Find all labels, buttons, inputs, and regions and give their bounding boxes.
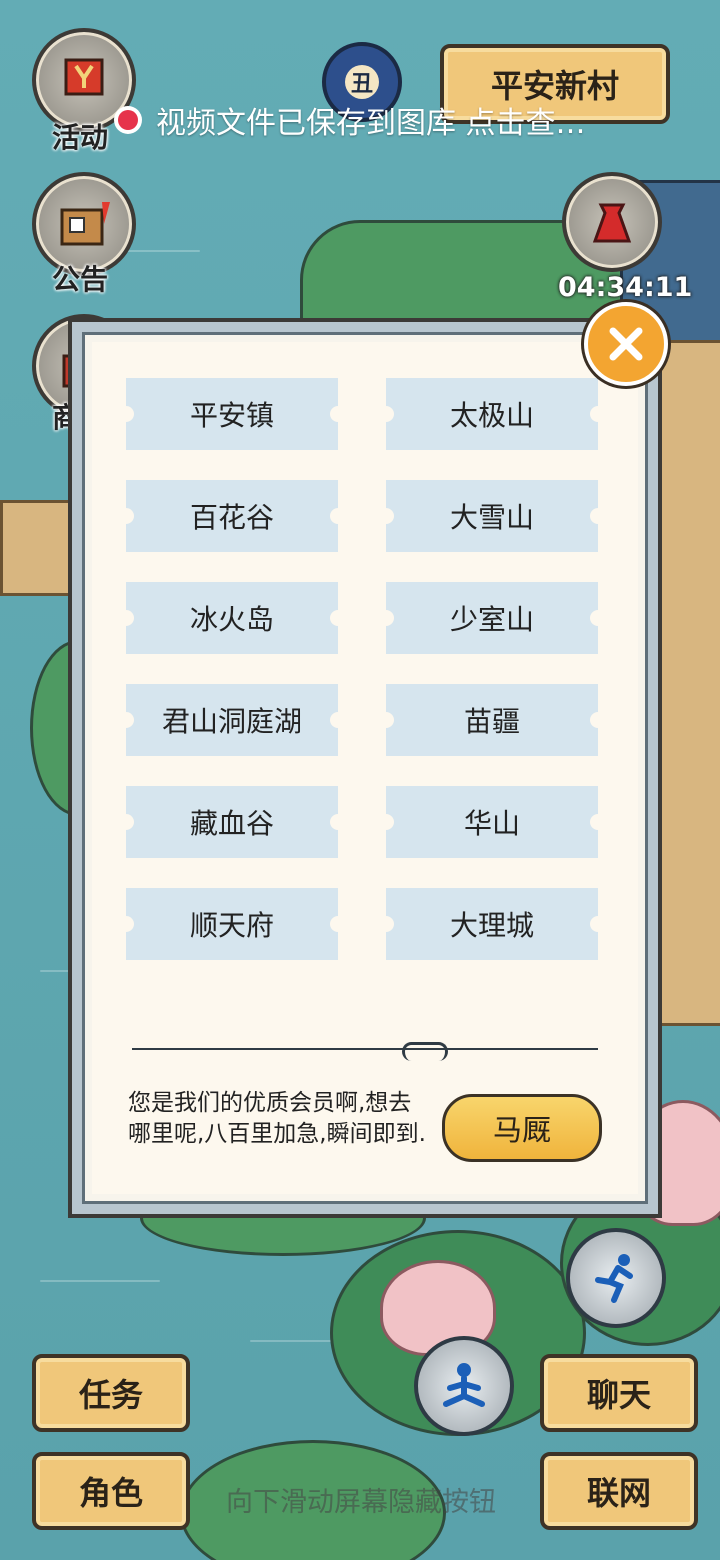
notice-board-icon xyxy=(60,202,110,246)
destination-button[interactable]: 平安镇 xyxy=(118,378,346,450)
teleport-dialog: 平安镇 太极山 百花谷 大雪山 冰火岛 少室山 君山洞庭湖 苗疆 藏血谷 华山 … xyxy=(68,318,662,1218)
close-button[interactable] xyxy=(584,302,668,386)
stable-button[interactable]: 马厩 xyxy=(442,1094,602,1162)
cloud-swirl xyxy=(402,1042,448,1061)
meditation-icon xyxy=(443,1363,485,1407)
flag-icon xyxy=(64,58,104,96)
destination-button[interactable]: 大雪山 xyxy=(378,480,606,552)
chat-button[interactable]: 聊天 xyxy=(540,1354,698,1432)
screen-recording-notice[interactable]: 视频文件已保存到图库 点击查… xyxy=(114,98,586,142)
hide-buttons-hint: 向下滑动屏幕隐藏按钮 xyxy=(226,1487,496,1518)
destination-button[interactable]: 太极山 xyxy=(378,378,606,450)
meditate-button[interactable] xyxy=(414,1336,514,1436)
destination-button[interactable]: 顺天府 xyxy=(118,888,346,960)
running-man-icon xyxy=(595,1254,633,1303)
notice-text: 视频文件已保存到图库 点击查… xyxy=(156,106,586,141)
destination-button[interactable]: 藏血谷 xyxy=(118,786,346,858)
chat-label: 聊天 xyxy=(586,1376,651,1414)
wooden-dock xyxy=(0,500,76,596)
time-of-day-icon: 丑 xyxy=(345,65,379,99)
destination-button[interactable]: 冰火岛 xyxy=(118,582,346,654)
destination-button[interactable]: 华山 xyxy=(378,786,606,858)
close-icon xyxy=(609,327,643,361)
announcement-label: 公告 xyxy=(52,263,109,296)
task-button[interactable]: 任务 xyxy=(32,1354,190,1432)
destination-button[interactable]: 君山洞庭湖 xyxy=(118,684,346,756)
destination-button[interactable]: 百花谷 xyxy=(118,480,346,552)
role-button[interactable]: 角色 xyxy=(32,1452,190,1530)
cloud-divider xyxy=(132,1048,598,1050)
network-button[interactable]: 联网 xyxy=(540,1452,698,1530)
water-ripple xyxy=(40,1280,160,1282)
destination-button[interactable]: 苗疆 xyxy=(378,684,606,756)
dialog-message: 您是我们的优质会员啊,想去哪里呢,八百里加急,瞬间即到. xyxy=(128,1090,426,1147)
network-label: 联网 xyxy=(586,1474,651,1512)
activity-label: 活动 xyxy=(52,121,109,154)
recording-icon xyxy=(114,106,142,134)
task-label: 任务 xyxy=(78,1376,143,1414)
red-pouch-button[interactable] xyxy=(562,172,662,272)
destination-button[interactable]: 大理城 xyxy=(378,888,606,960)
dialog-body: 平安镇 太极山 百花谷 大雪山 冰火岛 少室山 君山洞庭湖 苗疆 藏血谷 华山 … xyxy=(92,342,638,1194)
role-label: 角色 xyxy=(78,1474,143,1512)
event-timer: 04:34:11 xyxy=(558,272,693,303)
destination-button[interactable]: 少室山 xyxy=(378,582,606,654)
red-pouch-icon xyxy=(592,203,632,243)
sprint-button[interactable] xyxy=(566,1228,666,1328)
